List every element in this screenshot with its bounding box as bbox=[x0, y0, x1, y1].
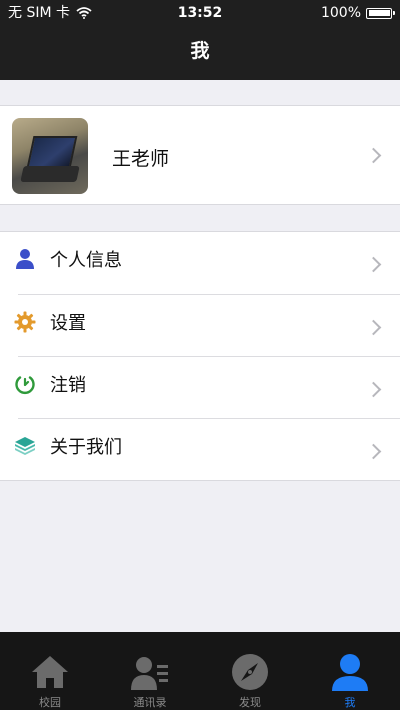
tab-label: 发现 bbox=[239, 696, 261, 709]
person-icon bbox=[16, 249, 34, 269]
tab-label: 我 bbox=[344, 696, 356, 709]
chevron-right-icon bbox=[365, 256, 382, 273]
battery-icon bbox=[366, 7, 395, 19]
avatar-laptop-screen bbox=[26, 136, 78, 168]
layers-icon bbox=[15, 437, 35, 455]
tab-discover[interactable]: 发现 bbox=[200, 632, 300, 710]
menu-item-logout[interactable]: 注销 bbox=[0, 357, 400, 419]
tab-me[interactable]: 我 bbox=[300, 632, 400, 710]
chevron-right-icon bbox=[365, 319, 382, 336]
page-title: 我 bbox=[190, 40, 210, 62]
status-bar: 无 SIM 卡 13:52 100% bbox=[0, 0, 400, 26]
home-icon bbox=[32, 656, 68, 688]
settings-menu: 个人信息 设置 注销 关于我们 bbox=[0, 231, 400, 481]
menu-item-profile-info[interactable]: 个人信息 bbox=[0, 232, 400, 294]
person-icon bbox=[332, 654, 368, 691]
menu-item-label: 设置 bbox=[50, 313, 86, 334]
menu-item-about-us[interactable]: 关于我们 bbox=[0, 419, 400, 481]
gear-icon bbox=[14, 311, 36, 333]
menu-item-settings[interactable]: 设置 bbox=[0, 295, 400, 357]
tab-bar: 校园 通讯录 发现 我 bbox=[0, 632, 400, 710]
chevron-right-icon bbox=[365, 381, 382, 398]
tab-campus[interactable]: 校园 bbox=[0, 632, 100, 710]
top-bar: 无 SIM 卡 13:52 100% 我 bbox=[0, 0, 400, 80]
power-icon bbox=[15, 376, 35, 395]
compass-icon bbox=[232, 654, 268, 690]
chevron-right-icon bbox=[365, 147, 382, 164]
tab-label: 通讯录 bbox=[133, 696, 167, 709]
tab-contacts[interactable]: 通讯录 bbox=[100, 632, 200, 710]
profile-row[interactable]: 王老师 bbox=[0, 105, 400, 205]
avatar[interactable] bbox=[12, 118, 88, 194]
profile-name: 王老师 bbox=[112, 148, 170, 170]
chevron-right-icon bbox=[365, 443, 382, 460]
contacts-icon bbox=[131, 657, 168, 690]
menu-item-label: 个人信息 bbox=[50, 250, 122, 271]
avatar-laptop-base bbox=[20, 166, 80, 182]
battery-percent: 100% bbox=[320, 5, 361, 21]
status-right: 100% bbox=[320, 0, 395, 26]
tab-label: 校园 bbox=[39, 696, 61, 709]
menu-item-label: 关于我们 bbox=[50, 437, 122, 458]
menu-item-label: 注销 bbox=[50, 375, 86, 396]
